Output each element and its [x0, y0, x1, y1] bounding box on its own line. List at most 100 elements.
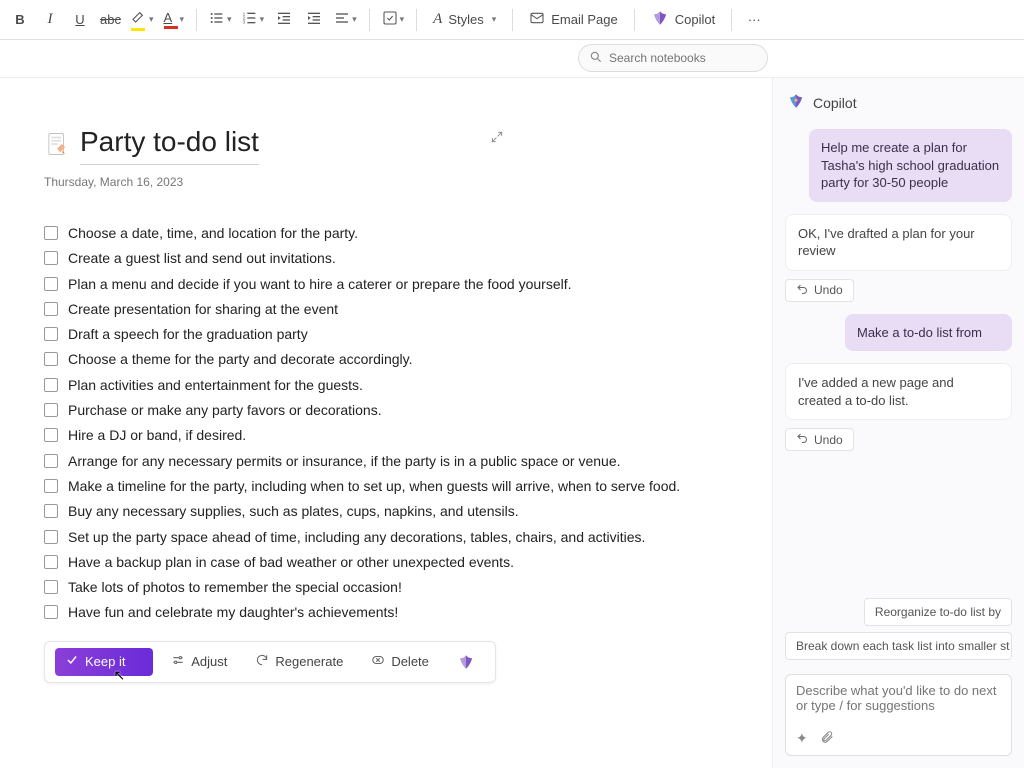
todo-item[interactable]: Choose a theme for the party and decorat…	[44, 349, 732, 369]
copilot-panel-header: Copilot	[773, 78, 1024, 119]
align-icon	[334, 10, 350, 29]
copilot-icon	[651, 9, 669, 30]
font-color-icon: A	[164, 10, 178, 29]
adjust-button[interactable]: Adjust	[161, 648, 237, 676]
checkbox[interactable]	[44, 403, 58, 417]
more-button[interactable]: ···	[740, 6, 768, 34]
styles-dropdown[interactable]: AStyles▾	[425, 6, 504, 34]
todo-item[interactable]: Plan activities and entertainment for th…	[44, 375, 732, 395]
sliders-icon	[171, 653, 185, 670]
outdent-icon	[276, 10, 292, 29]
numbered-list-button[interactable]: 123▾	[238, 6, 269, 34]
styles-icon: A	[433, 11, 442, 28]
checkbox[interactable]	[44, 580, 58, 594]
checkbox[interactable]	[44, 454, 58, 468]
align-button[interactable]: ▾	[330, 6, 361, 34]
todo-item[interactable]: Create a guest list and send out invitat…	[44, 248, 732, 268]
copilot-panel: Copilot Help me create a plan for Tasha'…	[772, 78, 1024, 768]
checkbox[interactable]	[44, 327, 58, 341]
checkbox[interactable]	[44, 226, 58, 240]
suggestion-chip[interactable]: Break down each task list into smaller s…	[785, 632, 1012, 660]
cursor-icon: ↖	[113, 667, 125, 684]
todo-item[interactable]: Choose a date, time, and location for th…	[44, 223, 732, 243]
checkbox[interactable]	[44, 378, 58, 392]
page-title[interactable]: Party to-do list	[80, 126, 259, 165]
composer-input[interactable]	[796, 683, 1001, 723]
checkbox[interactable]	[44, 428, 58, 442]
chat-thread: Help me create a plan for Tasha's high s…	[773, 119, 1024, 598]
bullet-list-icon	[209, 10, 225, 29]
numbered-list-icon: 123	[242, 10, 258, 29]
delete-icon	[371, 653, 385, 670]
page-icon	[44, 131, 70, 160]
keep-it-button[interactable]: Keep it ↖	[55, 648, 153, 676]
todo-item[interactable]: Create presentation for sharing at the e…	[44, 299, 732, 319]
todo-item[interactable]: Purchase or make any party favors or dec…	[44, 400, 732, 420]
todo-item[interactable]: Plan a menu and decide if you want to hi…	[44, 274, 732, 294]
todo-tag-button[interactable]: ▾	[378, 6, 409, 34]
copilot-icon	[787, 92, 805, 113]
search-box[interactable]	[578, 44, 768, 72]
assistant-message: I've added a new page and created a to-d…	[785, 363, 1012, 420]
sparkle-icon[interactable]: ✦	[796, 730, 808, 747]
todo-tag-icon	[382, 10, 398, 29]
todo-item[interactable]: Set up the party space ahead of time, in…	[44, 527, 732, 547]
bullet-list-button[interactable]: ▾	[205, 6, 236, 34]
search-icon	[589, 50, 603, 67]
checkbox[interactable]	[44, 530, 58, 544]
email-page-button[interactable]: Email Page	[521, 6, 625, 34]
regenerate-button[interactable]: Regenerate	[245, 648, 353, 676]
checkbox[interactable]	[44, 555, 58, 569]
undo-icon	[796, 432, 808, 447]
search-input[interactable]	[609, 51, 757, 65]
page-canvas[interactable]: Party to-do list Thursday, March 16, 202…	[0, 78, 772, 768]
outdent-button[interactable]	[270, 6, 298, 34]
undo-button[interactable]: Undo	[785, 428, 854, 451]
todo-item[interactable]: Draft a speech for the graduation party	[44, 324, 732, 344]
svg-text:3: 3	[242, 19, 245, 24]
strikethrough-button[interactable]: abc	[96, 6, 125, 34]
todo-item[interactable]: Hire a DJ or band, if desired.	[44, 425, 732, 445]
checkbox[interactable]	[44, 352, 58, 366]
checkbox[interactable]	[44, 251, 58, 265]
todo-item[interactable]: Have fun and celebrate my daughter's ach…	[44, 602, 732, 622]
font-color-button[interactable]: A▾	[160, 6, 189, 34]
refresh-icon	[255, 653, 269, 670]
checkbox[interactable]	[44, 479, 58, 493]
copilot-inline-bar: Keep it ↖ Adjust Regenerate Delete	[44, 641, 496, 683]
checkbox[interactable]	[44, 504, 58, 518]
expand-icon[interactable]	[490, 130, 504, 147]
user-message: Make a to-do list from	[845, 314, 1012, 352]
attachment-icon[interactable]	[820, 730, 834, 747]
copilot-inline-icon[interactable]	[447, 648, 485, 676]
mail-icon	[529, 10, 545, 29]
composer[interactable]: ✦	[785, 674, 1012, 756]
check-icon	[65, 653, 79, 670]
bold-button[interactable]: B	[6, 6, 34, 34]
highlighter-icon	[131, 8, 147, 31]
undo-button[interactable]: Undo	[785, 279, 854, 302]
copilot-toolbar-button[interactable]: Copilot	[643, 6, 723, 34]
todo-item[interactable]: Arrange for any necessary permits or ins…	[44, 451, 732, 471]
indent-button[interactable]	[300, 6, 328, 34]
highlight-color-button[interactable]: ▾	[127, 6, 158, 34]
todo-item[interactable]: Buy any necessary supplies, such as plat…	[44, 501, 732, 521]
todo-item[interactable]: Have a backup plan in case of bad weathe…	[44, 552, 732, 572]
italic-button[interactable]: I	[36, 6, 64, 34]
indent-icon	[306, 10, 322, 29]
checkbox[interactable]	[44, 605, 58, 619]
formatting-toolbar: B I U abc ▾ A▾ ▾ 123▾ ▾ ▾ AStyles▾ Email…	[0, 0, 1024, 40]
todo-item[interactable]: Make a timeline for the party, including…	[44, 476, 732, 496]
suggestion-list: Reorganize to-do list by Break down each…	[773, 598, 1024, 666]
delete-button[interactable]: Delete	[361, 648, 439, 676]
user-message: Help me create a plan for Tasha's high s…	[809, 129, 1012, 202]
sub-bar	[0, 40, 1024, 78]
checkbox[interactable]	[44, 277, 58, 291]
copilot-title: Copilot	[813, 95, 857, 111]
suggestion-chip[interactable]: Reorganize to-do list by	[864, 598, 1012, 626]
page-date: Thursday, March 16, 2023	[44, 175, 732, 189]
todo-item[interactable]: Take lots of photos to remember the spec…	[44, 577, 732, 597]
undo-icon	[796, 283, 808, 298]
underline-button[interactable]: U	[66, 6, 94, 34]
checkbox[interactable]	[44, 302, 58, 316]
